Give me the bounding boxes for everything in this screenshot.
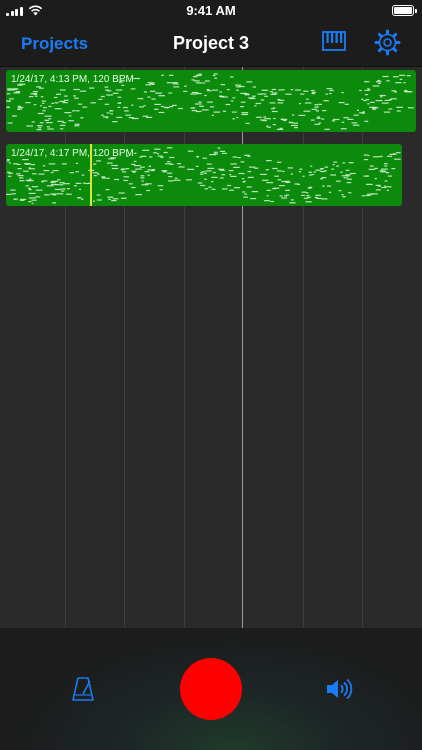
track-label: 1/24/17, 4:13 PM, 120 BPM bbox=[11, 74, 134, 85]
record-button[interactable] bbox=[180, 658, 242, 720]
battery-icon bbox=[392, 5, 417, 16]
status-time: 9:41 AM bbox=[186, 3, 236, 18]
gear-icon[interactable] bbox=[374, 29, 401, 56]
metronome-icon[interactable] bbox=[72, 676, 94, 702]
track-region[interactable]: 1/24/17, 4:17 PM, 120 BPM bbox=[6, 144, 402, 206]
track-timeline[interactable]: 1/24/17, 4:13 PM, 120 BPM 1/24/17, 4:17 … bbox=[0, 67, 422, 628]
track-region[interactable]: 1/24/17, 4:13 PM, 120 BPM bbox=[6, 70, 416, 132]
speaker-volume-icon[interactable] bbox=[325, 678, 353, 700]
track-label: 1/24/17, 4:17 PM, 120 BPM bbox=[11, 148, 134, 159]
navigation-bar: Projects Project 3 bbox=[0, 22, 422, 67]
region-playhead[interactable] bbox=[90, 144, 92, 206]
piano-keyboard-icon[interactable] bbox=[322, 31, 346, 51]
page-title: Project 3 bbox=[172, 33, 250, 53]
transport-toolbar bbox=[0, 628, 422, 750]
status-bar: 9:41 AM bbox=[0, 0, 422, 22]
